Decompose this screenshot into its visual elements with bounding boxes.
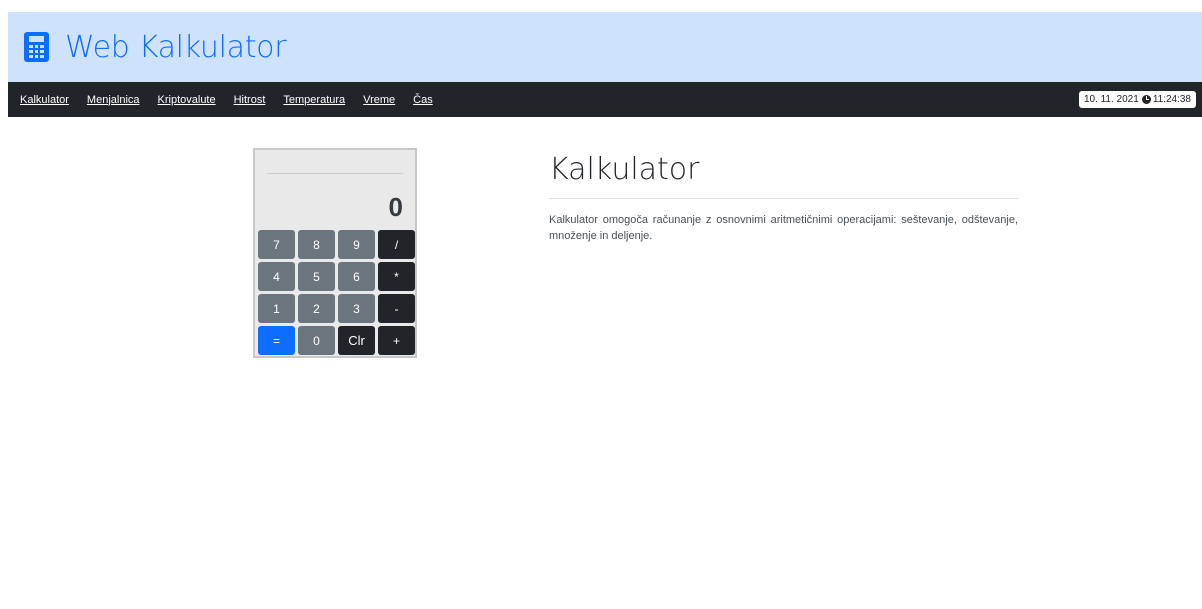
key-divide[interactable]: / bbox=[378, 230, 415, 259]
key-3[interactable]: 3 bbox=[338, 294, 375, 323]
page-description: Kalkulator omogoča računanje z osnovnimi… bbox=[549, 214, 1018, 242]
key-subtract[interactable]: - bbox=[378, 294, 415, 323]
key-equals[interactable]: = bbox=[258, 326, 295, 355]
display-divider bbox=[267, 173, 403, 174]
clock-icon bbox=[1141, 95, 1151, 104]
nav-link-hitrost[interactable]: Hitrost bbox=[234, 94, 266, 106]
key-6[interactable]: 6 bbox=[338, 262, 375, 291]
datetime-badge: 10. 11. 2021 11:24:38 bbox=[1078, 91, 1196, 108]
calculator: 0 7 8 9 / 4 5 6 * 1 2 3 - = 0 Clr + bbox=[253, 148, 417, 358]
app-title: Web Kalkulator bbox=[65, 29, 287, 65]
calculator-display: 0 bbox=[388, 192, 403, 222]
key-multiply[interactable]: * bbox=[378, 262, 415, 291]
navbar: Kalkulator Menjalnica Kriptovalute Hitro… bbox=[8, 82, 1202, 117]
key-9[interactable]: 9 bbox=[338, 230, 375, 259]
nav-link-kriptovalute[interactable]: Kriptovalute bbox=[158, 94, 216, 106]
nav-link-cas[interactable]: Čas bbox=[413, 94, 433, 106]
key-0[interactable]: 0 bbox=[298, 326, 335, 355]
nav-link-temperatura[interactable]: Temperatura bbox=[283, 94, 345, 106]
calculator-icon bbox=[24, 32, 49, 62]
key-add[interactable]: + bbox=[378, 326, 415, 355]
key-clear[interactable]: Clr bbox=[338, 326, 375, 355]
key-4[interactable]: 4 bbox=[258, 262, 295, 291]
date-text: 10. 11. 2021 bbox=[1083, 94, 1139, 105]
keypad: 7 8 9 / 4 5 6 * 1 2 3 - = 0 Clr + bbox=[258, 230, 415, 355]
key-8[interactable]: 8 bbox=[298, 230, 335, 259]
page-title: Kalkulator bbox=[549, 152, 700, 187]
nav-link-menjalnica[interactable]: Menjalnica bbox=[87, 94, 140, 106]
nav-link-vreme[interactable]: Vreme bbox=[363, 94, 395, 106]
title-divider bbox=[549, 198, 1018, 199]
key-2[interactable]: 2 bbox=[298, 294, 335, 323]
key-1[interactable]: 1 bbox=[258, 294, 295, 323]
nav-link-kalkulator[interactable]: Kalkulator bbox=[20, 94, 69, 106]
key-7[interactable]: 7 bbox=[258, 230, 295, 259]
page-header: Web Kalkulator bbox=[8, 12, 1202, 82]
time-text: 11:24:38 bbox=[1152, 94, 1191, 105]
key-5[interactable]: 5 bbox=[298, 262, 335, 291]
